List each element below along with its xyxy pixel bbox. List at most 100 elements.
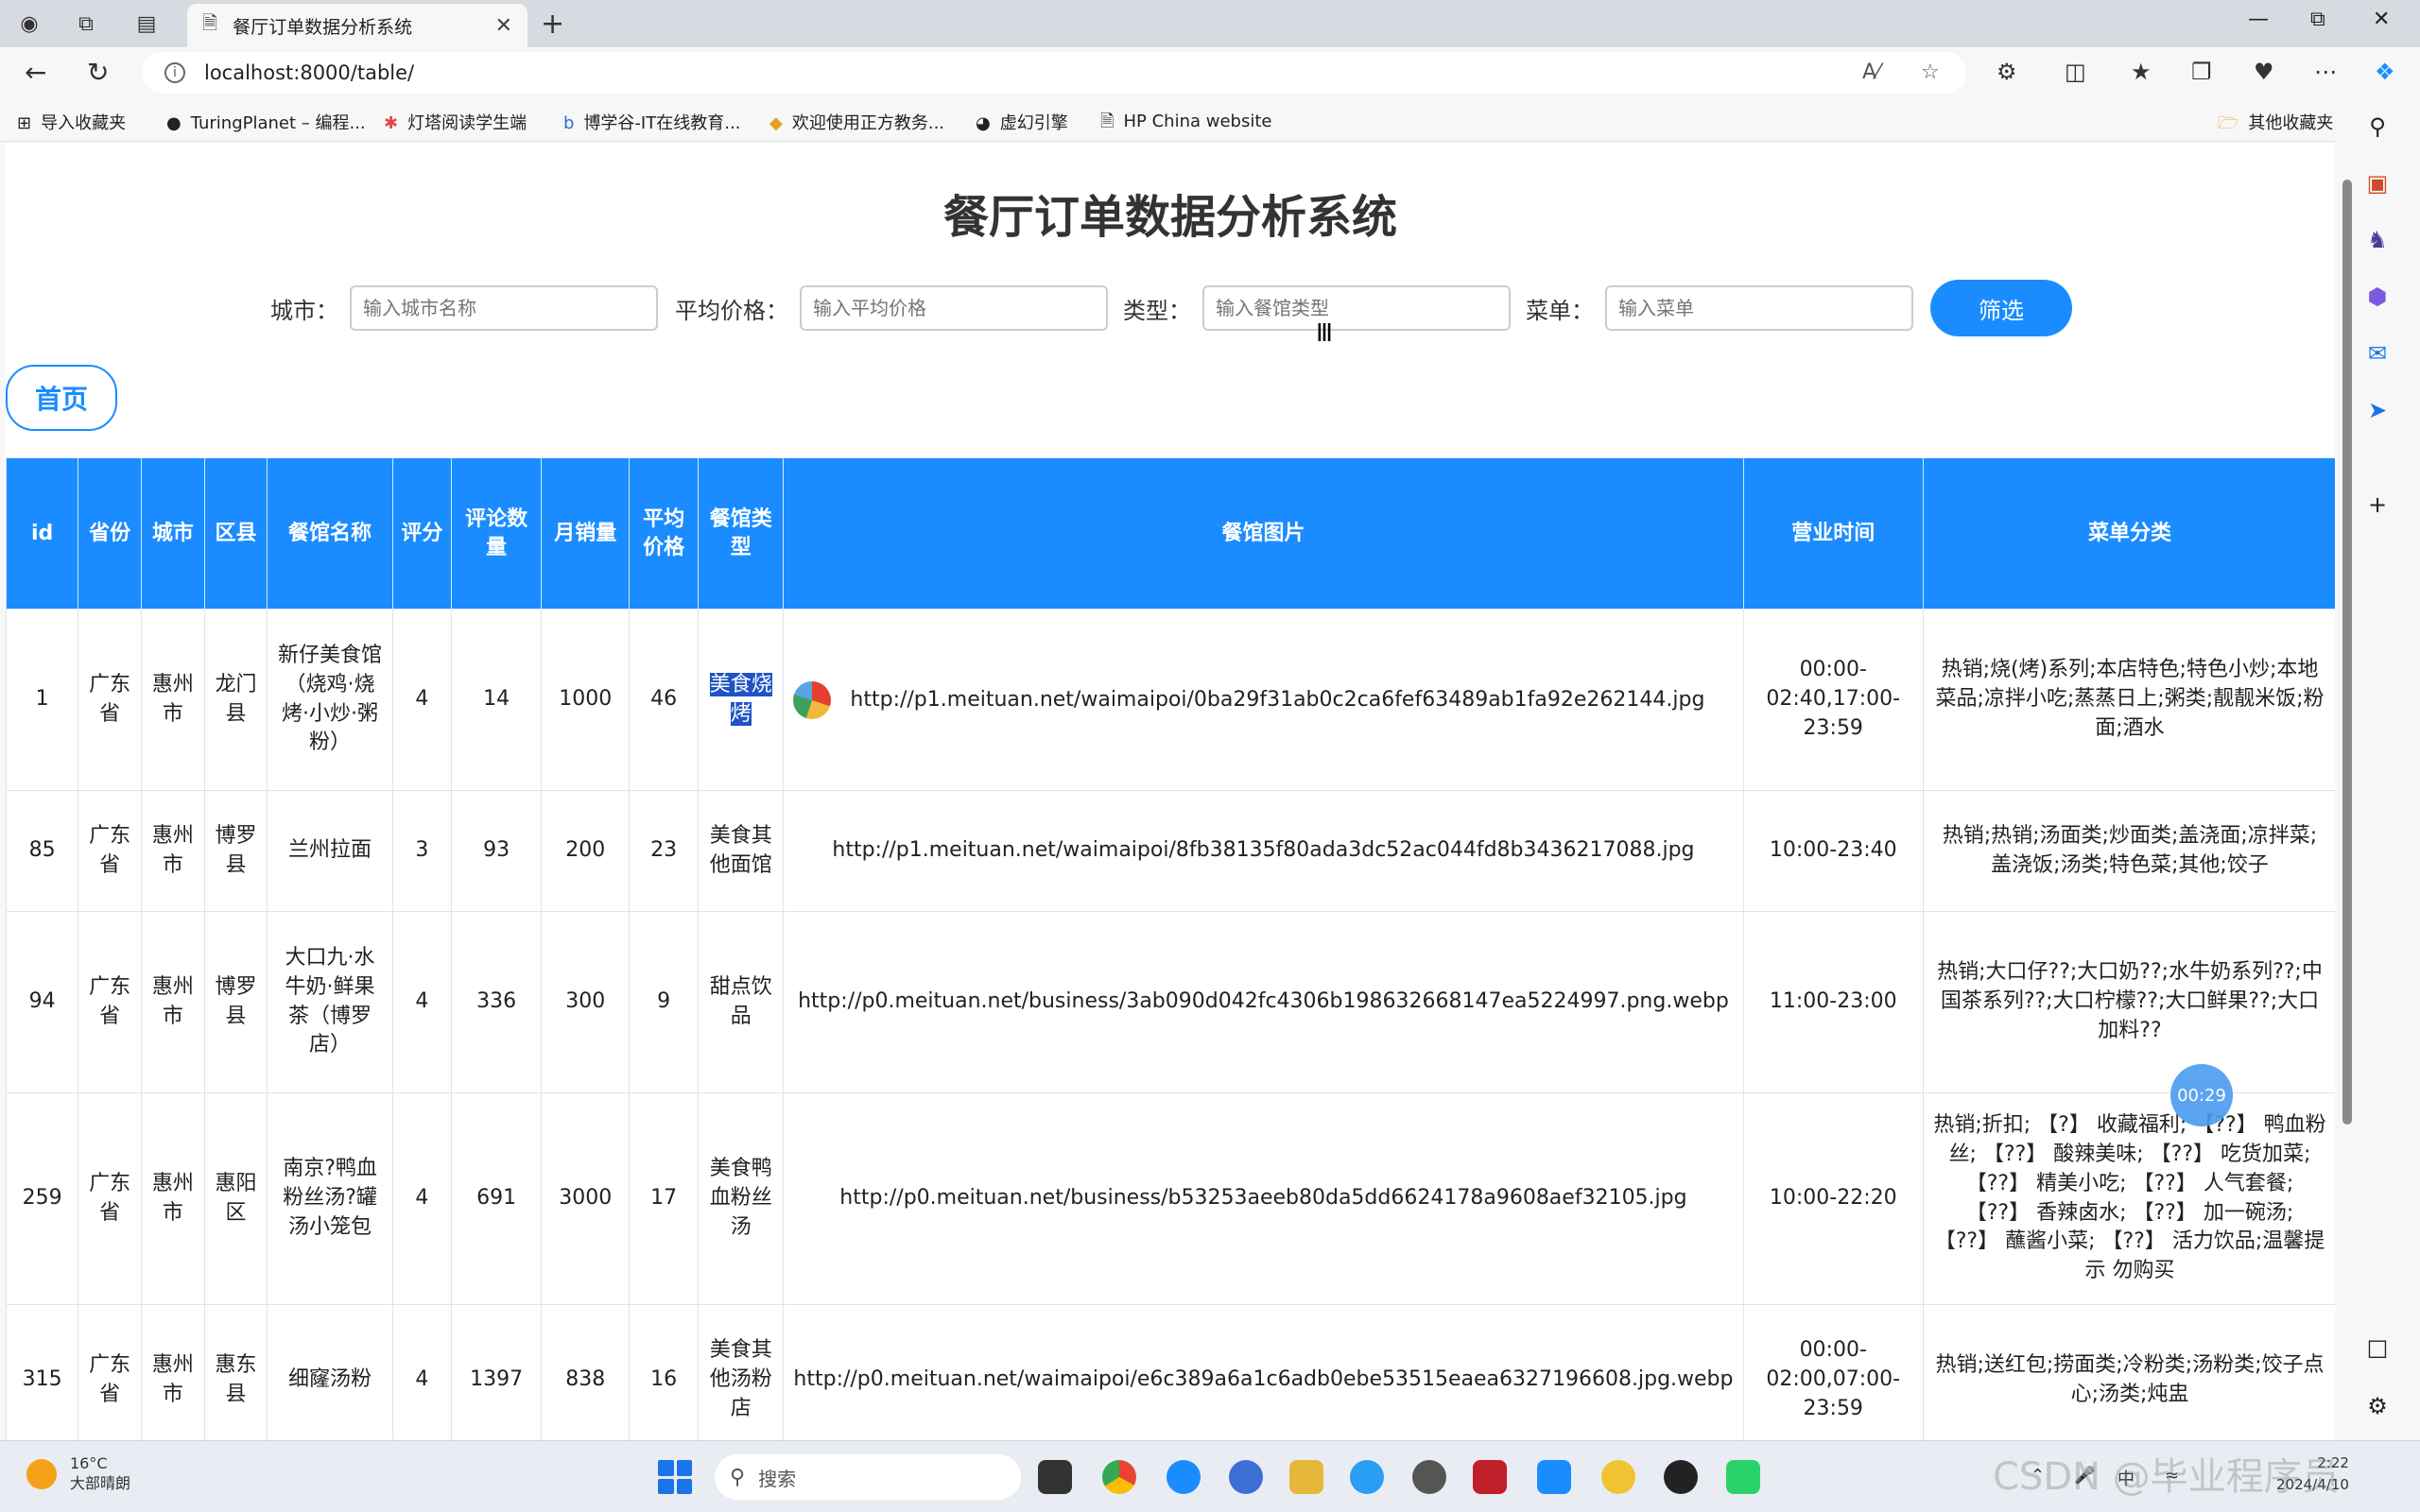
collections-icon[interactable]: ❐ <box>2191 59 2212 85</box>
cell-type: 美食其他汤粉店 <box>697 1304 785 1440</box>
search-icon[interactable]: ⚲ <box>2363 113 2392 142</box>
bookmark-unreal[interactable]: ◕ 虚幻引擎 <box>976 110 1068 134</box>
file-explorer-icon[interactable] <box>1289 1460 1323 1494</box>
send-icon[interactable]: ➤ <box>2363 397 2392 425</box>
profile-icon[interactable]: ◉ <box>13 8 45 40</box>
close-tab-icon[interactable]: ✕ <box>495 14 512 38</box>
cell-id: 259 <box>6 1092 79 1305</box>
city-input[interactable] <box>350 285 658 331</box>
cell-province: 广东省 <box>78 1304 142 1440</box>
header-district: 区县 <box>203 457 268 610</box>
new-tab-icon[interactable]: + <box>541 8 564 41</box>
filter-button[interactable]: 筛选 <box>1930 280 2072 336</box>
refresh-icon[interactable]: ↻ <box>87 57 109 88</box>
bookmark-import[interactable]: ⊞ 导入收藏夹 <box>17 110 126 134</box>
read-aloud-icon[interactable]: A⁄ <box>1862 60 1880 84</box>
boxuegu-icon: b <box>563 113 575 133</box>
cell-name: 南京?鸭血粉丝汤?罐汤小笼包 <box>267 1092 393 1305</box>
cell-province: 广东省 <box>78 790 142 912</box>
bookmark-hp[interactable]: 🗎 HP China website <box>1100 110 1271 138</box>
cell-rating: 4 <box>391 1304 453 1440</box>
bookmark-boxuegu[interactable]: b 博学谷-IT在线教育... <box>563 110 740 134</box>
settings-icon[interactable]: ⚙ <box>2363 1393 2392 1421</box>
cell-province: 广东省 <box>78 911 142 1093</box>
games-icon[interactable]: ♞ <box>2363 227 2392 255</box>
tools-icon[interactable]: ▣ <box>2363 170 2392 198</box>
page-icon: 🗎 <box>1100 112 1115 131</box>
outlook-icon[interactable]: ✉ <box>2363 340 2392 369</box>
ime-app-icon[interactable] <box>1473 1460 1507 1494</box>
browser-essentials-icon[interactable]: ♥ <box>2254 59 2274 85</box>
url-text[interactable]: localhost:8000/table/ <box>204 61 414 84</box>
cell-monthly: 300 <box>541 911 631 1093</box>
qq-icon[interactable] <box>1664 1460 1698 1494</box>
weather-widget[interactable]: 16°C 大部晴朗 <box>26 1454 130 1494</box>
edge-icon[interactable] <box>1167 1460 1201 1494</box>
hide-sidebar-icon[interactable]: □ <box>2363 1334 2392 1363</box>
chrome-icon[interactable] <box>1102 1460 1136 1494</box>
pycharm-icon[interactable] <box>1726 1460 1760 1494</box>
site-info-icon[interactable]: i <box>164 62 185 83</box>
header-province: 省份 <box>78 457 142 610</box>
table-row: 94 广东省 惠州市 博罗县 大口九·水牛奶·鲜果茶（博罗店） 4 336 30… <box>6 911 2335 1093</box>
copilot-icon[interactable]: ❖ <box>2375 59 2395 85</box>
tab-actions-icon[interactable]: ▤ <box>130 8 163 40</box>
taskbar-search[interactable]: ⚲ 搜索 <box>715 1454 1021 1500</box>
back-icon[interactable]: ← <box>25 57 46 88</box>
header-id: id <box>6 457 79 610</box>
price-input[interactable] <box>800 285 1108 331</box>
cell-avg: 9 <box>629 911 699 1093</box>
close-window-icon[interactable]: ✕ <box>2373 8 2390 31</box>
cell-id: 85 <box>6 790 79 912</box>
selected-type-text: 美食烧烤 <box>709 672 772 726</box>
avatar-app-icon[interactable] <box>1412 1460 1446 1494</box>
zhengfang-icon: ◆ <box>769 113 783 133</box>
app-icon[interactable] <box>1229 1460 1263 1494</box>
cell-city: 惠州市 <box>140 1092 205 1305</box>
feedback-icon[interactable] <box>1350 1460 1384 1494</box>
bookmark-dengta[interactable]: ✱ 灯塔阅读学生端 <box>384 110 527 134</box>
restaurant-thumbnail <box>793 680 832 719</box>
task-view-icon[interactable] <box>1038 1460 1072 1494</box>
header-avg-price: 平均价格 <box>629 457 699 610</box>
import-icon: ⊞ <box>17 113 32 133</box>
cell-monthly: 3000 <box>541 1092 631 1305</box>
sticky-app-icon[interactable] <box>1601 1460 1635 1494</box>
cell-name: 细窿汤粉 <box>267 1304 393 1440</box>
bookmark-other-folder[interactable]: 🗁 其他收藏夹 <box>2218 110 2333 140</box>
table-row: 259 广东省 惠州市 惠阳区 南京?鸭血粉丝汤?罐汤小笼包 4 691 300… <box>6 1092 2335 1305</box>
image-url: http://p1.meituan.net/waimaipoi/0ba29f31… <box>850 687 1705 712</box>
cell-city: 惠州市 <box>140 609 205 791</box>
tencent-app-icon[interactable] <box>1537 1460 1571 1494</box>
home-button[interactable]: 首页 <box>6 365 117 431</box>
office-icon[interactable]: ⬢ <box>2363 284 2392 312</box>
page-scrollbar[interactable] <box>2341 151 2354 1436</box>
type-input[interactable] <box>1202 285 1511 331</box>
extensions-icon[interactable]: ⚙ <box>1996 59 2017 85</box>
workspaces-icon[interactable]: ⧉ <box>70 8 102 40</box>
recording-timer[interactable]: 00:29 <box>2170 1064 2233 1126</box>
bookmark-turingplanet[interactable]: ● TuringPlanet – 编程... <box>166 110 366 134</box>
header-type: 餐馆类型 <box>697 457 785 610</box>
menu-label: 菜单： <box>1526 297 1594 324</box>
address-bar[interactable]: i localhost:8000/table/ A⁄ ☆ <box>142 52 1966 94</box>
cell-reviews: 14 <box>451 609 543 791</box>
cell-hours: 00:00-02:00,07:00-23:59 <box>1742 1304 1924 1440</box>
scrollbar-thumb[interactable] <box>2342 180 2352 1125</box>
active-tab[interactable]: 🗎 餐厅订单数据分析系统 ✕ <box>187 4 527 47</box>
favorite-star-icon[interactable]: ☆ <box>1921 60 1940 84</box>
bookmark-zhengfang[interactable]: ◆ 欢迎使用正方教务... <box>769 110 944 134</box>
add-sidebar-icon[interactable]: + <box>2363 491 2392 520</box>
split-screen-icon[interactable]: ◫ <box>2065 59 2086 85</box>
cell-name: 大口九·水牛奶·鲜果茶（博罗店） <box>267 911 393 1093</box>
menu-input[interactable] <box>1605 285 1913 331</box>
favorites-icon[interactable]: ★ <box>2131 59 2152 85</box>
search-icon: ⚲ <box>730 1465 746 1489</box>
restore-icon[interactable]: ⧉ <box>2310 8 2325 31</box>
weather-temp: 16°C <box>70 1454 108 1472</box>
cell-menu: 热销;热销;汤面类;炒面类;盖浇面;凉拌菜;盖浇饭;汤类;特色菜;其他;饺子 <box>1922 790 2335 912</box>
address-bar-row: ← ↻ i localhost:8000/table/ A⁄ ☆ ⚙ ◫ ★ ❐… <box>0 47 2420 98</box>
minimize-icon[interactable]: — <box>2248 8 2269 31</box>
more-menu-icon[interactable]: ⋯ <box>2314 59 2337 85</box>
start-icon[interactable] <box>658 1460 692 1494</box>
